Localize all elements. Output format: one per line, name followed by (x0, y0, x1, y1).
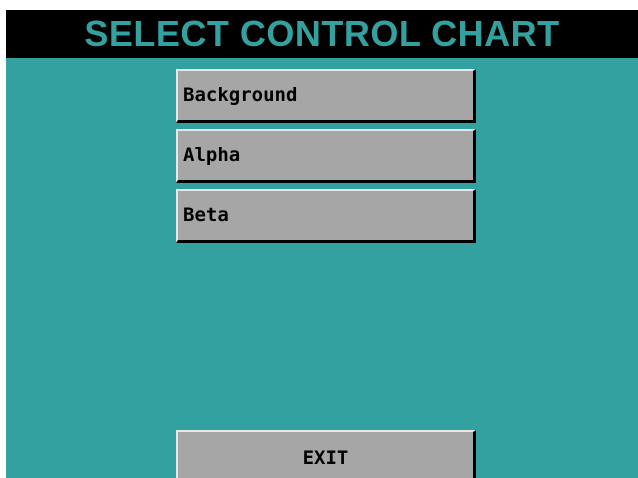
control-chart-screen: SELECT CONTROL CHART Background Alpha Be… (6, 10, 638, 478)
beta-chart-button[interactable]: Beta (176, 189, 476, 243)
menu-panel: Background Alpha Beta EXIT (6, 58, 638, 478)
alpha-chart-button[interactable]: Alpha (176, 129, 476, 183)
page-title: SELECT CONTROL CHART (84, 13, 560, 54)
title-bar: SELECT CONTROL CHART (6, 10, 638, 58)
background-chart-button[interactable]: Background (176, 69, 476, 123)
exit-button[interactable]: EXIT (176, 430, 476, 478)
